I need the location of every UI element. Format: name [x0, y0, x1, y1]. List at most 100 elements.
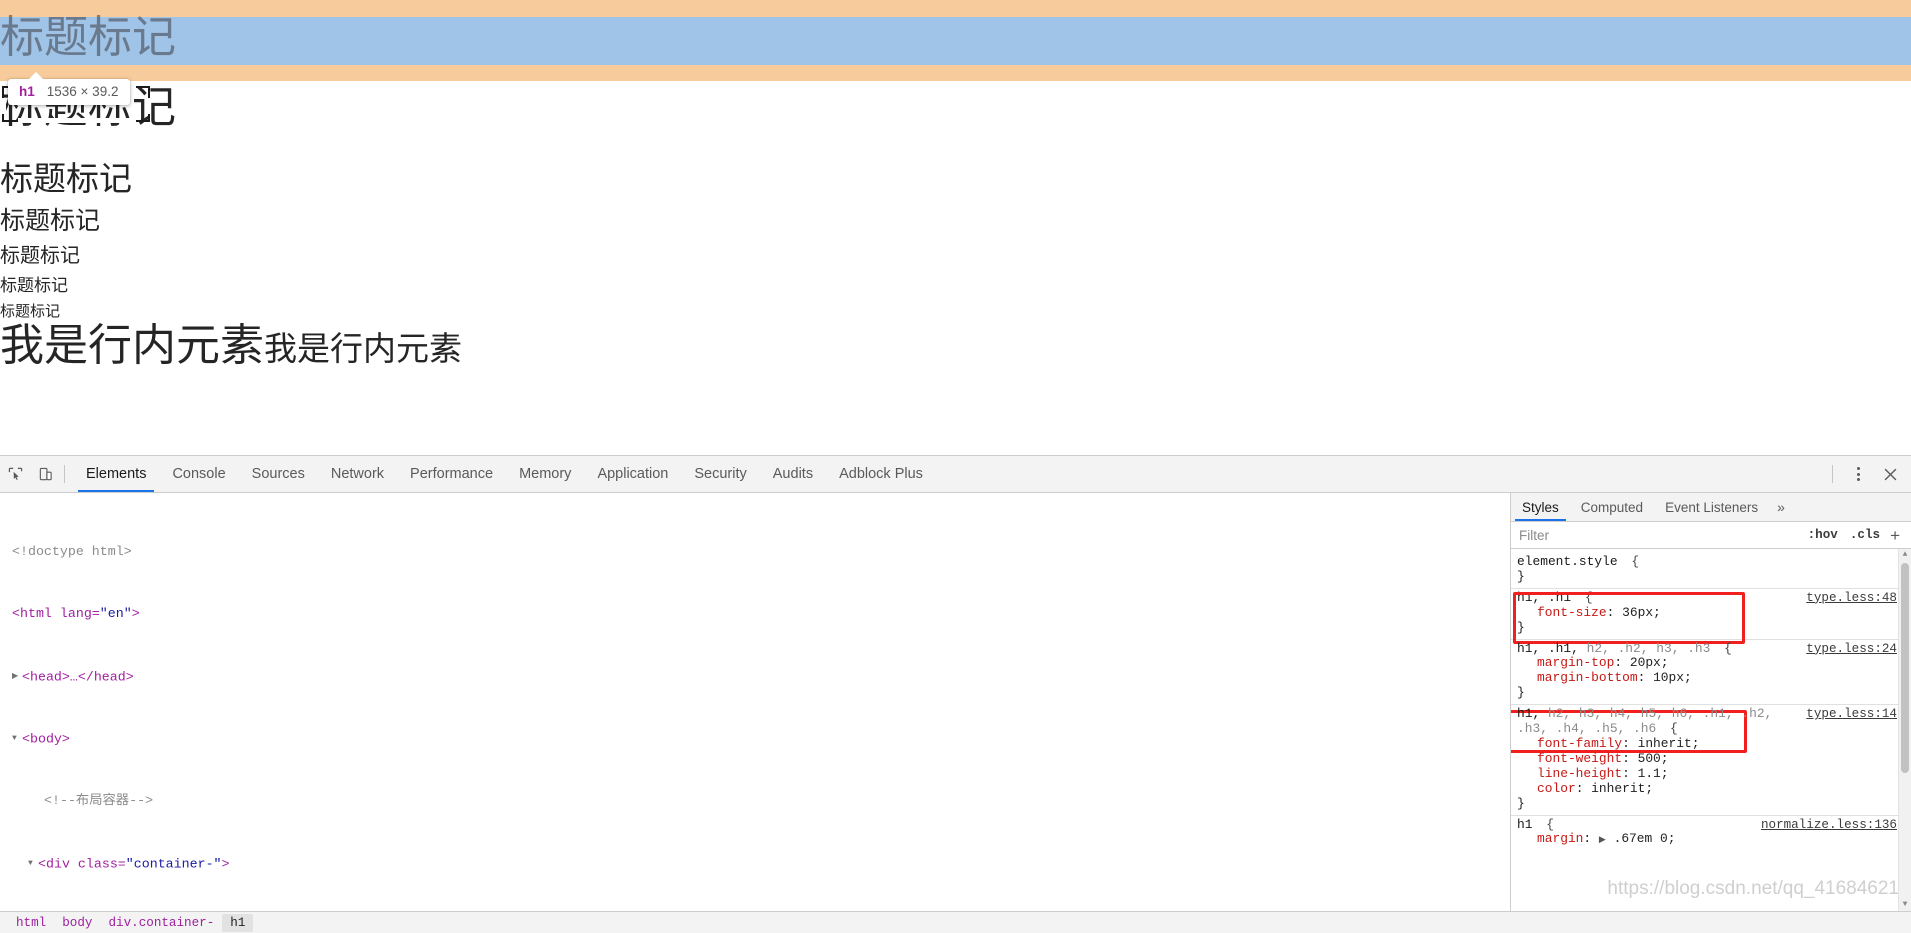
page-heading-h4: 标题标记 [0, 245, 80, 267]
html-lang-value: "en" [99, 606, 132, 622]
page-inline-spans: 我是行内元素我是行内元素 [0, 321, 462, 370]
expand-shorthand-icon[interactable]: ▶ [1599, 835, 1606, 845]
breadcrumb: html body div.container- h1 [0, 911, 1911, 933]
devtools-body: <!doctype html> <html lang="en"> ▶ <head>… [0, 493, 1911, 911]
rule1-selector: h1, .h1 [1517, 589, 1572, 605]
style-rule-element-style[interactable]: element.style { } [1511, 553, 1911, 589]
tab-application[interactable]: Application [584, 456, 681, 492]
doctype-text: <!doctype html> [12, 543, 132, 559]
dom-line-doctype[interactable]: <!doctype html> [0, 544, 1510, 560]
chevron-down-icon-body[interactable]: ▼ [12, 731, 22, 747]
chevron-down-icon-div[interactable]: ▼ [28, 856, 38, 872]
rule2-val-margin-bottom[interactable]: 10px; [1653, 670, 1692, 685]
dom-line-div-container[interactable]: ▼ <div class="container-"> [0, 856, 1510, 872]
style-rule-h1-font-size[interactable]: h1, .h1 {type.less:48 font-size: 36px; } [1511, 589, 1911, 644]
rule4-val-margin[interactable]: .67em 0; [1614, 831, 1676, 846]
dom-line-head[interactable]: ▶ <head>…</head> [0, 669, 1510, 685]
styles-pane: Styles Computed Event Listeners » :hov .… [1511, 493, 1911, 911]
dom-line-comment-layout[interactable]: <!--布局容器--> [0, 793, 1510, 809]
rule3-val-line-height[interactable]: 1.1; [1638, 766, 1669, 781]
styles-more-tabs-icon[interactable]: » [1769, 493, 1793, 521]
highlighted-h1-text: 标题标记 [0, 13, 176, 62]
div-tag-open-bracket: > [221, 855, 230, 871]
page-heading-h3: 标题标记 [0, 207, 101, 235]
element-classes-button[interactable]: .cls [1844, 528, 1886, 542]
html-tag-close-bracket: > [131, 606, 140, 622]
force-state-hov-button[interactable]: :hov [1802, 528, 1844, 542]
inspect-cursor-icon[interactable] [0, 459, 30, 489]
scroll-down-arrow-icon[interactable]: ▼ [1900, 900, 1910, 910]
breadcrumb-item-html[interactable]: html [8, 914, 54, 932]
rule1-val-font-size[interactable]: 36px; [1622, 605, 1661, 620]
rule3-close: } [1517, 795, 1525, 811]
div-tag-open: <div class= [38, 855, 126, 871]
kebab-menu-icon[interactable] [1843, 459, 1873, 489]
page-span-h1: 我是行内元素 [0, 321, 264, 370]
rule1-prop-font-size[interactable]: font-size [1537, 605, 1607, 620]
rule4-prop-margin[interactable]: margin [1537, 831, 1583, 846]
toolbar-divider [64, 465, 65, 483]
tooltip-dimensions: 1536 × 39.2 [46, 84, 119, 99]
toolbar-right-divider [1832, 465, 1833, 483]
dom-tree-pane: <!doctype html> <html lang="en"> ▶ <head>… [0, 493, 1511, 911]
tab-audits[interactable]: Audits [760, 456, 826, 492]
close-icon[interactable] [1875, 459, 1905, 489]
breadcrumb-item-h1[interactable]: h1 [222, 914, 254, 932]
rule3-selector-unmatched: h2, h3, h4, h5, h6, .h1, .h2, .h3, .h4, … [1517, 706, 1773, 737]
dom-line-html[interactable]: <html lang="en"> [0, 606, 1510, 622]
rule2-prop-margin-top[interactable]: margin-top [1537, 655, 1614, 670]
style-rule-normalize-h1[interactable]: h1 {normalize.less:136 margin: ▶ .67em 0… [1511, 816, 1911, 852]
page-heading-h6: 标题标记 [0, 303, 61, 320]
breadcrumb-item-div-container[interactable]: div.container- [100, 914, 222, 932]
tab-adblock-plus[interactable]: Adblock Plus [826, 456, 936, 492]
tab-sources[interactable]: Sources [239, 456, 318, 492]
breadcrumb-item-body[interactable]: body [54, 914, 100, 932]
rule2-val-margin-top[interactable]: 20px; [1630, 655, 1669, 670]
rule4-brace: { [1538, 816, 1554, 832]
body-tag-open: <body> [22, 731, 70, 747]
rule3-val-font-weight[interactable]: 500; [1638, 751, 1669, 766]
rule3-prop-color[interactable]: color [1537, 781, 1576, 796]
tab-console[interactable]: Console [159, 456, 238, 492]
rule3-prop-font-family[interactable]: font-family [1537, 736, 1622, 751]
styles-tab-styles[interactable]: Styles [1511, 493, 1570, 521]
styles-tab-event-listeners[interactable]: Event Listeners [1654, 493, 1769, 521]
rule0-brace: { [1623, 554, 1640, 569]
tab-performance[interactable]: Performance [397, 456, 506, 492]
tab-network[interactable]: Network [318, 456, 397, 492]
rule2-selector-matched: h1, .h1, [1517, 640, 1579, 656]
rendered-page-viewport: 标题标记 h1 1536 × 39.2 标题标记 标题标记 标题标记 标题标记 … [0, 0, 1911, 455]
styles-scrollbar-thumb[interactable] [1901, 563, 1909, 773]
rule1-origin-link[interactable]: type.less:48 [1806, 591, 1897, 606]
watermark-text: https://blog.csdn.net/qq_41684621 [1607, 878, 1899, 900]
rule1-close: } [1517, 619, 1525, 635]
rule2-origin-link[interactable]: type.less:24 [1806, 642, 1897, 657]
rule3-val-color[interactable]: inherit; [1591, 781, 1653, 796]
style-rule-heading-margins[interactable]: h1, .h1, h2, .h2, h3, .h3 {type.less:24 … [1511, 640, 1911, 753]
rule3-prop-line-height[interactable]: line-height [1537, 766, 1622, 781]
rule3-prop-font-weight[interactable]: font-weight [1537, 751, 1622, 766]
tab-memory[interactable]: Memory [506, 456, 584, 492]
new-style-rule-button[interactable]: + [1886, 527, 1907, 544]
device-toolbar-icon[interactable] [30, 459, 60, 489]
dom-line-body[interactable]: ▼ <body> [0, 731, 1510, 747]
styles-scrollbar[interactable]: ▲ ▼ [1898, 549, 1911, 911]
style-rule-heading-typography[interactable]: h1, h2, h3, h4, h5, h6, .h1, .h2, .h3, .… [1511, 705, 1911, 816]
head-collapsed: <head>…</head> [22, 668, 134, 684]
tab-security[interactable]: Security [681, 456, 759, 492]
rule3-selector-matched: h1, [1517, 706, 1541, 722]
comment-layout-container: <!--布局容器--> [44, 793, 154, 809]
styles-tab-computed[interactable]: Computed [1570, 493, 1654, 521]
tab-elements[interactable]: Elements [73, 456, 159, 492]
rule2-prop-margin-bottom[interactable]: margin-bottom [1537, 670, 1638, 685]
rule3-val-font-family[interactable]: inherit; [1638, 736, 1700, 751]
scroll-up-arrow-icon[interactable]: ▲ [1900, 550, 1910, 560]
rule4-origin-link[interactable]: normalize.less:136 [1761, 818, 1897, 833]
chevron-right-icon[interactable]: ▶ [12, 669, 22, 685]
rule2-brace: { [1716, 640, 1732, 656]
styles-filter-input[interactable] [1511, 526, 1802, 544]
styles-filter-bar: :hov .cls + [1511, 522, 1911, 549]
element-info-tooltip: h1 1536 × 39.2 [8, 72, 131, 105]
rule3-origin-link[interactable]: type.less:14 [1806, 707, 1897, 722]
page-span-h2: 我是行内元素 [264, 330, 462, 367]
